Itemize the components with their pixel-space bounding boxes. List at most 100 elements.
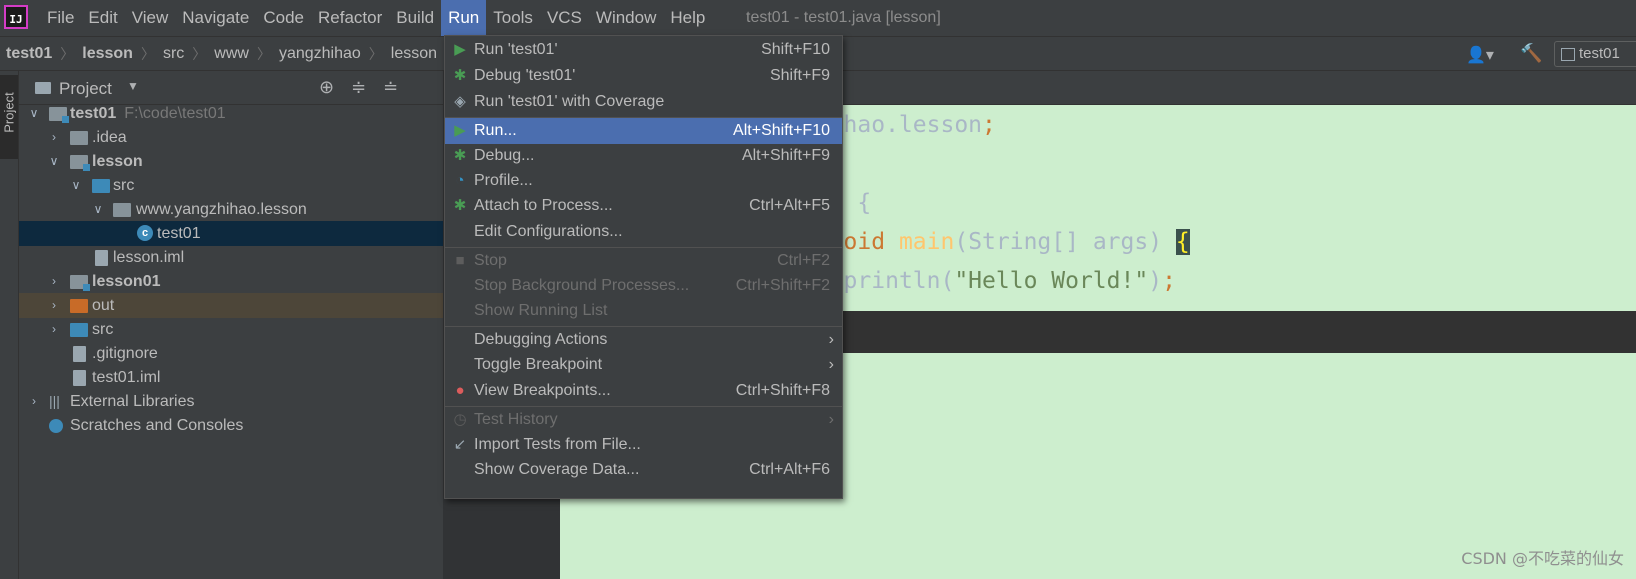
file-icon [95, 250, 108, 266]
menu-item-toggle-breakpoint[interactable]: Toggle Breakpoint › [445, 352, 842, 378]
project-panel-title[interactable]: Project [59, 79, 112, 99]
breadcrumb-item[interactable]: test01 [6, 45, 52, 63]
build-hammer-icon[interactable]: 🔨 [1520, 43, 1542, 64]
menu-window[interactable]: Window [589, 0, 663, 36]
menu-item-attach-process[interactable]: ✱ Attach to Process... Ctrl+Alt+F5 [445, 193, 842, 219]
tree-item-external-libraries[interactable]: › ||| External Libraries [19, 389, 443, 414]
menu-item-shortcut: Ctrl+F2 [777, 252, 830, 269]
menu-build[interactable]: Build [389, 0, 441, 36]
tree-item-label: .gitignore [92, 345, 158, 362]
tree-item-test01-class[interactable]: c test01 [19, 221, 443, 246]
breadcrumb-item[interactable]: lesson [391, 45, 437, 63]
menu-item-label: Debug 'test01' [474, 67, 576, 84]
menu-item-debugging-actions[interactable]: Debugging Actions › [445, 327, 842, 353]
menu-tools[interactable]: Tools [486, 0, 540, 36]
chevron-right-icon[interactable]: › [47, 293, 61, 318]
menu-item-test-history[interactable]: ◷ Test History › [445, 407, 842, 433]
menu-code[interactable]: Code [256, 0, 311, 36]
chevron-down-icon[interactable]: ∨ [69, 173, 83, 198]
menu-item-run-test01[interactable]: ▶ Run 'test01' Shift+F10 [445, 37, 842, 63]
menu-vcs[interactable]: VCS [540, 0, 589, 36]
breakpoints-icon: ● [455, 382, 465, 399]
menu-item-label: Run 'test01' with Coverage [474, 93, 665, 110]
menu-item-label: Stop Background Processes... [474, 277, 690, 294]
import-icon: ↙ [453, 436, 467, 453]
breadcrumb-item[interactable]: yangzhihao [279, 45, 361, 63]
breadcrumb-item[interactable]: www [214, 45, 249, 63]
chevron-right-icon[interactable]: › [47, 317, 61, 342]
menu-item-label: Test History [474, 411, 558, 428]
menu-item-debug-test01[interactable]: ✱ Debug 'test01' Shift+F9 [445, 63, 842, 89]
menu-item-profile[interactable]: ◔ Profile... [445, 168, 842, 194]
menu-navigate[interactable]: Navigate [175, 0, 256, 36]
menu-item-label: Run... [474, 122, 517, 139]
menu-items: File Edit View Navigate Code Refactor Bu… [40, 0, 712, 36]
collapse-all-icon[interactable]: ≐ [383, 77, 398, 98]
menu-refactor[interactable]: Refactor [311, 0, 389, 36]
debug-bug-icon: ✱ [453, 147, 467, 164]
tree-item-lesson-iml[interactable]: lesson.iml [19, 245, 443, 270]
attach-debugger-icon: ✱ [453, 197, 467, 214]
project-panel: Project ▼ ⊕ ≑ ≐ ∨ test01 F:\code\test01 ›… [19, 71, 443, 579]
chevron-down-icon[interactable]: ▼ [127, 79, 139, 93]
tree-item-out[interactable]: › out [19, 293, 443, 318]
expand-all-icon[interactable]: ≑ [351, 77, 366, 98]
menu-item-label: Debug... [474, 147, 535, 164]
menu-item-label: View Breakpoints... [474, 382, 611, 399]
tree-item-label: test01 [70, 105, 117, 122]
chevron-right-icon[interactable]: › [47, 125, 61, 150]
menu-run[interactable]: Run [441, 0, 487, 36]
menu-file[interactable]: File [40, 0, 81, 36]
chevron-down-icon[interactable]: ∨ [27, 101, 41, 126]
menu-edit[interactable]: Edit [81, 0, 124, 36]
tree-item-lesson[interactable]: ∨ lesson [19, 149, 443, 174]
tree-item-gitignore[interactable]: .gitignore [19, 341, 443, 366]
menu-item-debug-dialog[interactable]: ✱ Debug... Alt+Shift+F9 [445, 143, 842, 169]
menu-item-label: Attach to Process... [474, 197, 613, 214]
chevron-right-icon[interactable]: › [27, 389, 41, 414]
menu-item-import-tests[interactable]: ↙ Import Tests from File... [445, 432, 842, 458]
menu-item-shortcut: Ctrl+Shift+F8 [735, 382, 830, 399]
locate-icon[interactable]: ⊕ [319, 77, 334, 98]
run-configuration-selector[interactable]: test01 [1554, 41, 1636, 67]
menu-item-run-dialog[interactable]: ▶ Run... Alt+Shift+F10 [445, 118, 842, 144]
menu-help[interactable]: Help [663, 0, 712, 36]
tree-item-lesson01[interactable]: › lesson01 [19, 269, 443, 294]
user-icon[interactable]: 👤▾ [1466, 45, 1494, 65]
menu-item-label: Run 'test01' [474, 41, 558, 58]
menu-item-show-running-list[interactable]: Show Running List [445, 298, 842, 324]
tree-item-test01-root[interactable]: ∨ test01 F:\code\test01 [19, 101, 443, 126]
project-tool-tab[interactable]: Project [0, 75, 18, 159]
tree-item-scratches[interactable]: Scratches and Consoles [19, 413, 443, 438]
chevron-down-icon[interactable]: ∨ [91, 197, 105, 222]
breadcrumb-item[interactable]: lesson [82, 45, 133, 63]
chevron-right-icon[interactable]: › [47, 269, 61, 294]
menu-item-stop[interactable]: ■ Stop Ctrl+F2 [445, 248, 842, 274]
menu-view[interactable]: View [125, 0, 176, 36]
menu-item-label: Show Running List [474, 302, 608, 319]
tree-item-idea[interactable]: › .idea [19, 125, 443, 150]
tree-item-test01-iml[interactable]: test01.iml [19, 365, 443, 390]
project-tab-label: Project [1, 92, 17, 133]
window-title: test01 - test01.java [lesson] [746, 9, 941, 26]
package-icon [113, 203, 131, 217]
tree-item-package[interactable]: ∨ www.yangzhihao.lesson [19, 197, 443, 222]
menu-item-label: Import Tests from File... [474, 436, 641, 453]
breadcrumb-item[interactable]: src [163, 45, 184, 63]
menu-item-edit-configurations[interactable]: Edit Configurations... [445, 219, 842, 245]
menu-item-label: Debugging Actions [474, 331, 608, 348]
menu-bar: IJ File Edit View Navigate Code Refactor… [0, 0, 1636, 36]
tree-item-src-root[interactable]: › src [19, 317, 443, 342]
app-logo-icon[interactable]: IJ [4, 5, 28, 29]
library-icon: ||| [49, 393, 60, 409]
tree-item-label: External Libraries [70, 393, 195, 410]
menu-item-view-breakpoints[interactable]: ● View Breakpoints... Ctrl+Shift+F8 [445, 378, 842, 404]
submenu-arrow-icon: › [828, 331, 834, 348]
tree-item-src[interactable]: ∨ src [19, 173, 443, 198]
chevron-down-icon[interactable]: ∨ [47, 149, 61, 174]
menu-item-stop-background[interactable]: Stop Background Processes... Ctrl+Shift+… [445, 273, 842, 299]
tree-item-label: src [113, 177, 135, 194]
file-icon [73, 370, 86, 386]
menu-item-run-coverage[interactable]: ◈ Run 'test01' with Coverage [445, 89, 842, 115]
menu-item-show-coverage-data[interactable]: Show Coverage Data... Ctrl+Alt+F6 [445, 457, 842, 483]
